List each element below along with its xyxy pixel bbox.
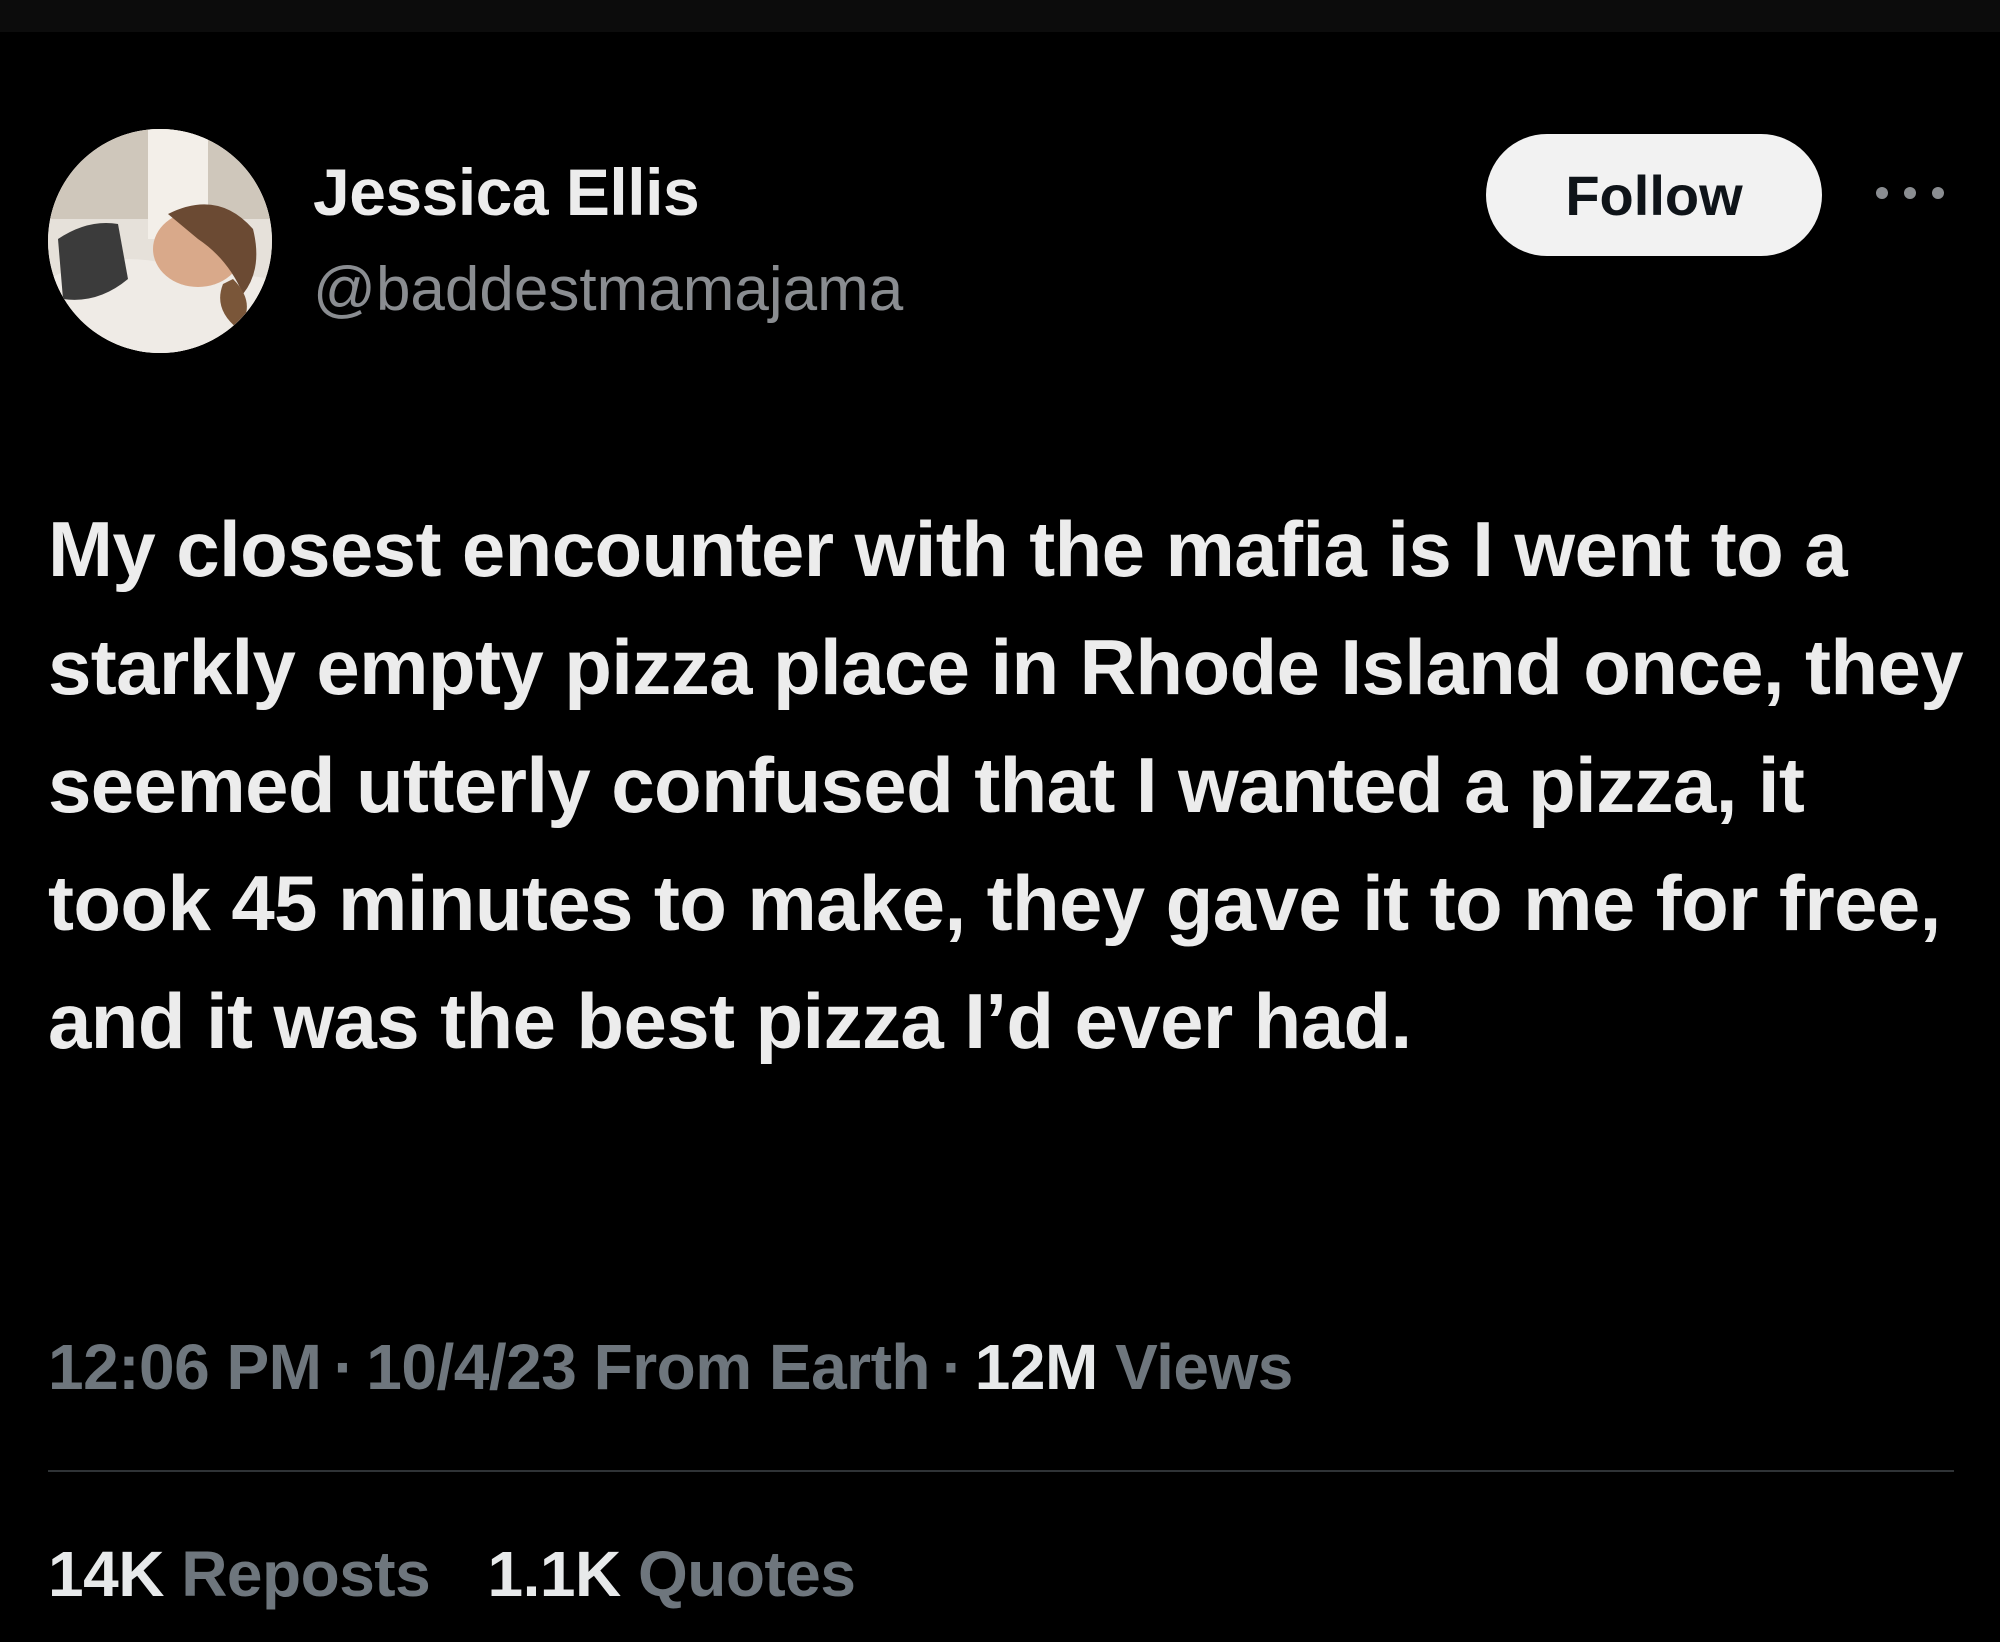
divider	[48, 1470, 1954, 1472]
views-count: 12M	[974, 1331, 1099, 1403]
quotes-stat[interactable]: 1.1K Quotes	[487, 1538, 855, 1610]
top-strip	[0, 0, 2000, 32]
engagement-stats: 14K Reposts 1.1K Quotes	[48, 1537, 895, 1611]
quotes-label: Quotes	[637, 1538, 856, 1610]
avatar[interactable]	[48, 129, 272, 353]
meta-separator: ·	[941, 1331, 963, 1403]
tweet-source: From Earth	[593, 1331, 931, 1403]
tweet-meta: 12:06 PM · 10/4/23 From Earth · 12M Views	[48, 1330, 1293, 1404]
tweet-date[interactable]: 10/4/23	[366, 1331, 577, 1403]
more-horizontal-icon[interactable]	[1872, 178, 1948, 208]
reposts-stat[interactable]: 14K Reposts	[48, 1538, 431, 1610]
meta-separator: ·	[333, 1331, 355, 1403]
display-name[interactable]: Jessica Ellis	[313, 154, 700, 230]
quotes-count: 1.1K	[487, 1538, 621, 1610]
username-handle[interactable]: @baddestmamajama	[313, 254, 903, 325]
reposts-count: 14K	[48, 1538, 164, 1610]
tweet-text: My closest encounter with the mafia is I…	[48, 505, 1964, 1065]
reposts-label: Reposts	[181, 1538, 431, 1610]
tweet-time[interactable]: 12:06 PM	[48, 1331, 322, 1403]
tweet-card: Jessica Ellis @baddestmamajama Follow My…	[0, 32, 2000, 1642]
follow-button[interactable]: Follow	[1486, 134, 1822, 256]
avatar-image	[48, 129, 272, 353]
views-label: Views	[1115, 1331, 1293, 1403]
